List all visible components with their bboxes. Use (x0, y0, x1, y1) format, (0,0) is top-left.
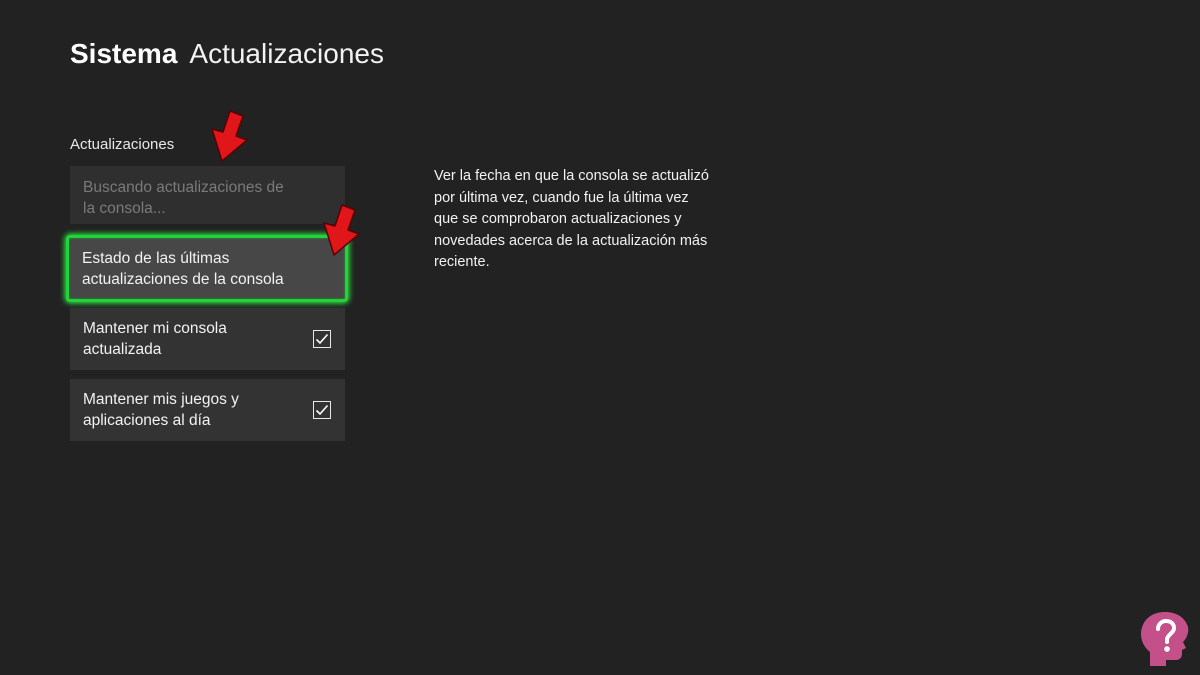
checkbox-checked-icon[interactable] (313, 330, 331, 348)
checkmark-icon (315, 333, 329, 345)
page-title: Sistema Actualizaciones (70, 36, 384, 72)
update-status-button[interactable]: Estado de las últimas actualizaciones de… (66, 235, 348, 302)
header-section: Sistema (70, 38, 178, 69)
keep-games-updated-label: Mantener mis juegos y aplicaciones al dí… (83, 391, 239, 429)
searching-updates-item: Buscando actualizaciones de la consola..… (70, 166, 345, 224)
checkmark-icon (315, 404, 329, 416)
red-arrow-icon (211, 110, 248, 162)
update-status-label: Estado de las últimas actualizaciones de… (82, 249, 284, 288)
updates-group-label: Actualizaciones (70, 136, 175, 153)
question-head-logo (1141, 612, 1189, 666)
header-page: Actualizaciones (189, 38, 384, 69)
searching-updates-label: Buscando actualizaciones de la consola..… (83, 179, 284, 217)
keep-console-updated-label: Mantener mi consola actualizada (83, 320, 227, 358)
keep-games-updated-toggle[interactable]: Mantener mis juegos y aplicaciones al dí… (70, 379, 345, 441)
item-description: Ver la fecha en que la consola se actual… (434, 168, 709, 270)
keep-console-updated-toggle[interactable]: Mantener mi consola actualizada (70, 308, 345, 370)
red-arrow-icon (323, 204, 360, 256)
checkbox-checked-icon[interactable] (313, 401, 331, 419)
